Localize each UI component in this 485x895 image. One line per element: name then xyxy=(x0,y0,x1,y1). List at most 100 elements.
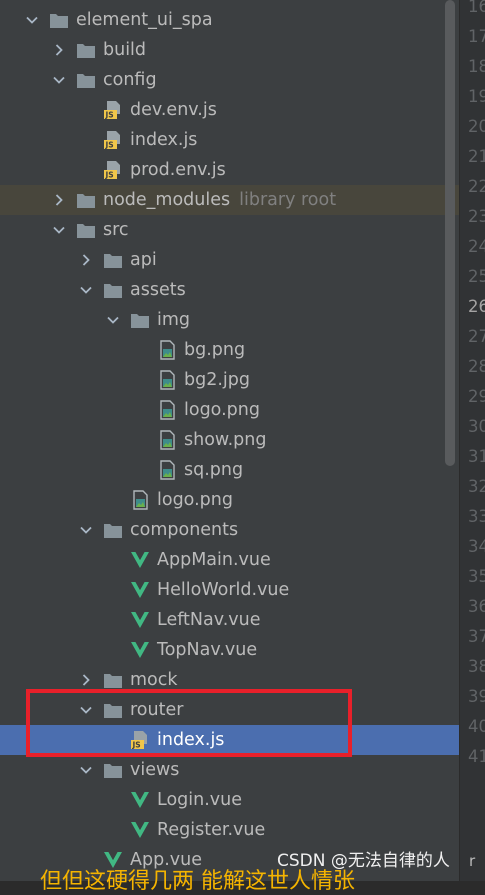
vue-file-icon xyxy=(130,610,150,630)
bottom-tab-label[interactable]: r xyxy=(469,852,475,870)
tree-item-label: logo.png xyxy=(184,400,260,420)
folder-icon xyxy=(103,280,123,300)
tree-item-label: mock xyxy=(130,670,178,690)
tree-item[interactable]: LeftNav.vue xyxy=(0,605,459,635)
vue-file-icon xyxy=(130,550,150,570)
image-file-icon xyxy=(157,460,177,480)
line-number: 27 xyxy=(468,327,485,346)
chevron-right-icon[interactable] xyxy=(78,252,94,268)
tree-item-label: HelloWorld.vue xyxy=(157,580,290,600)
folder-icon xyxy=(76,40,96,60)
folder-icon xyxy=(103,670,123,690)
chevron-right-icon[interactable] xyxy=(51,192,67,208)
line-number: 21 xyxy=(468,147,485,166)
chevron-down-icon[interactable] xyxy=(78,762,94,778)
tree-item[interactable]: assets xyxy=(0,275,459,305)
chevron-right-icon[interactable] xyxy=(51,42,67,58)
folder-icon xyxy=(49,10,69,30)
tree-item-label: TopNav.vue xyxy=(157,640,258,660)
chevron-down-icon[interactable] xyxy=(24,12,40,28)
tree-item-label: views xyxy=(130,760,180,780)
image-file-icon xyxy=(157,430,177,450)
tree-item-label: img xyxy=(157,310,191,330)
chevron-down-icon[interactable] xyxy=(78,702,94,718)
tree-item[interactable]: logo.png xyxy=(0,395,459,425)
tree-item[interactable]: node_modules library root xyxy=(0,185,459,215)
tree-item[interactable]: mock xyxy=(0,665,459,695)
tree-item-label: components xyxy=(130,520,239,540)
folder-icon xyxy=(76,220,96,240)
tree-item-label: node_modules xyxy=(103,190,231,210)
tree-item-label: dev.env.js xyxy=(130,100,217,120)
tree-item[interactable]: Register.vue xyxy=(0,815,459,845)
tree-item[interactable]: logo.png xyxy=(0,485,459,515)
vue-file-icon xyxy=(130,640,150,660)
svg-text:JS: JS xyxy=(105,141,114,150)
js-file-icon: JS xyxy=(103,130,123,150)
tree-item[interactable]: JS index.js xyxy=(0,125,459,155)
chevron-down-icon[interactable] xyxy=(78,522,94,538)
tree-item-label: prod.env.js xyxy=(130,160,226,180)
chevron-down-icon[interactable] xyxy=(51,72,67,88)
tree-item[interactable]: src xyxy=(0,215,459,245)
line-number: 40 xyxy=(468,717,485,736)
vue-file-icon xyxy=(130,820,150,840)
tree-item[interactable]: TopNav.vue xyxy=(0,635,459,665)
vue-file-icon xyxy=(130,580,150,600)
tree-item[interactable]: sq.png xyxy=(0,455,459,485)
line-number: 26 xyxy=(468,297,485,316)
project-tree-panel: element_ui_spa build config JS dev.env.js JS i… xyxy=(0,0,459,881)
js-file-icon: JS xyxy=(103,100,123,120)
tree-scrollbar[interactable] xyxy=(445,0,455,466)
tree-item[interactable]: components xyxy=(0,515,459,545)
line-number: 37 xyxy=(468,627,485,646)
tree-item[interactable]: JS dev.env.js xyxy=(0,95,459,125)
chevron-down-icon[interactable] xyxy=(78,282,94,298)
tree-item[interactable]: router xyxy=(0,695,459,725)
tree-item[interactable]: img xyxy=(0,305,459,335)
caption-text: 但但这硬得几两 能解这世人情张 xyxy=(40,869,355,894)
tree-item-label: index.js xyxy=(157,730,225,750)
image-file-icon xyxy=(157,400,177,420)
js-file-icon: JS xyxy=(103,160,123,180)
line-number: 33 xyxy=(468,507,485,526)
line-number: 29 xyxy=(468,387,485,406)
tree-item-label: api xyxy=(130,250,157,270)
tree-item-label: bg2.jpg xyxy=(184,370,250,390)
chevron-down-icon[interactable] xyxy=(105,312,121,328)
vue-file-icon xyxy=(130,790,150,810)
js-file-icon: JS xyxy=(130,730,150,750)
line-number: 22 xyxy=(468,177,485,196)
tree-item-label: show.png xyxy=(184,430,267,450)
chevron-down-icon[interactable] xyxy=(51,222,67,238)
line-number: 18 xyxy=(468,57,485,76)
folder-icon xyxy=(76,70,96,90)
folder-icon xyxy=(103,250,123,270)
chevron-right-icon[interactable] xyxy=(78,672,94,688)
tree-item-label: sq.png xyxy=(184,460,244,480)
editor-gutter: 16 17 18 19 20 21 22 23 24 25 26 27 28 29 30 31 32 33 34 35… xyxy=(459,0,485,881)
tree-item[interactable]: api xyxy=(0,245,459,275)
tree-item[interactable]: JS index.js xyxy=(0,725,459,755)
tree-item[interactable]: show.png xyxy=(0,425,459,455)
svg-text:JS: JS xyxy=(105,171,114,180)
svg-text:JS: JS xyxy=(105,111,114,120)
tree-item[interactable]: JS prod.env.js xyxy=(0,155,459,185)
tree-item[interactable]: bg2.jpg xyxy=(0,365,459,395)
tree-item[interactable]: AppMain.vue xyxy=(0,545,459,575)
tree-item[interactable]: config xyxy=(0,65,459,95)
tree-item[interactable]: Login.vue xyxy=(0,785,459,815)
tree-item[interactable]: bg.png xyxy=(0,335,459,365)
tree-item[interactable]: views xyxy=(0,755,459,785)
line-number: 28 xyxy=(468,357,485,376)
tree-item[interactable]: HelloWorld.vue xyxy=(0,575,459,605)
folder-icon xyxy=(103,760,123,780)
line-number: 25 xyxy=(468,267,485,286)
tree-item-label: AppMain.vue xyxy=(157,550,271,570)
tree-item-label: src xyxy=(103,220,129,240)
tree-item[interactable]: element_ui_spa xyxy=(0,5,459,35)
tree-item[interactable]: build xyxy=(0,35,459,65)
tree-item-label: Register.vue xyxy=(157,820,266,840)
tree-item-label: assets xyxy=(130,280,186,300)
image-file-icon xyxy=(157,370,177,390)
